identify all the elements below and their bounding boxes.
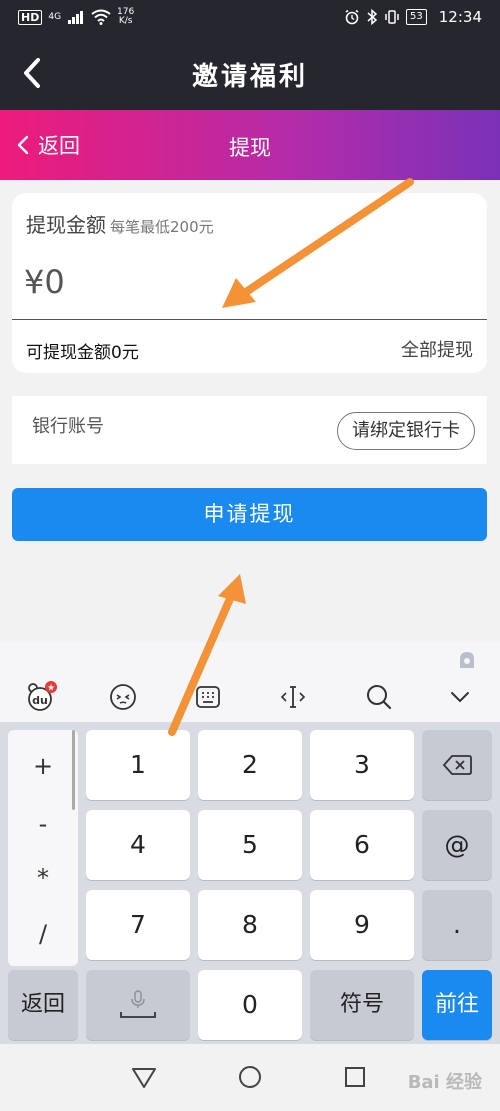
hd-badge: HD	[18, 9, 43, 25]
key-return[interactable]: 返回	[8, 970, 78, 1040]
side-key-minus[interactable]: -	[8, 810, 78, 838]
status-time: 12:34	[438, 8, 482, 26]
app-header: 邀请福利	[0, 36, 500, 110]
alarm-icon	[345, 9, 359, 25]
key-6[interactable]: 6	[310, 810, 414, 880]
backspace-icon	[442, 755, 472, 775]
speed-unit: K/s	[118, 16, 133, 26]
status-bar: HD 4G 176 K/s 53 12:34	[0, 0, 500, 36]
microphone-icon	[120, 990, 156, 1018]
side-key-multiply[interactable]: *	[8, 864, 78, 892]
withdraw-all-button[interactable]: 全部提现	[401, 336, 473, 362]
key-5[interactable]: 5	[198, 810, 302, 880]
bluetooth-icon	[367, 9, 378, 25]
key-4[interactable]: 4	[86, 810, 190, 880]
keyboard-logo-icon	[460, 652, 474, 668]
watermark: Bai 经验	[407, 1072, 482, 1093]
vibrate-icon	[385, 10, 399, 24]
page-title: 提现	[229, 136, 271, 160]
symbol-scrollbar[interactable]	[72, 730, 75, 810]
network-speed: 176 K/s	[117, 8, 134, 26]
key-7[interactable]: 7	[86, 890, 190, 960]
key-0[interactable]: 0	[198, 970, 302, 1040]
available-amount: 可提现金额0元	[26, 343, 139, 363]
battery-icon: 53	[406, 9, 427, 25]
app-title: 邀请福利	[191, 62, 308, 92]
status-right: 53 12:34	[344, 8, 482, 26]
signal-label: 4G	[48, 12, 62, 22]
bank-account-label: 银行账号	[32, 416, 104, 437]
bank-account-row: 银行账号 请绑定银行卡	[12, 396, 487, 464]
key-1[interactable]: 1	[86, 730, 190, 800]
symbol-column: + - * /	[8, 730, 78, 966]
nav-recent-icon[interactable]	[343, 1065, 367, 1089]
key-at[interactable]: @	[422, 810, 492, 880]
amount-hint: 每笔最低200元	[110, 218, 214, 236]
system-nav-bar: Bai 经验	[0, 1044, 500, 1111]
nav-home-icon[interactable]	[237, 1064, 263, 1090]
wifi-icon	[91, 9, 111, 25]
emoji-face-icon[interactable]	[106, 680, 140, 714]
signal-icon	[68, 11, 84, 24]
side-key-plus[interactable]: +	[8, 752, 78, 780]
key-dot[interactable]: .	[422, 890, 492, 960]
key-9[interactable]: 9	[310, 890, 414, 960]
sub-header: 返回 提现	[0, 110, 500, 180]
amount-input[interactable]: ¥0	[24, 263, 65, 301]
chevron-down-icon[interactable]	[443, 680, 477, 714]
backspace-key[interactable]	[422, 730, 492, 800]
key-symbols[interactable]: 符号	[310, 970, 414, 1040]
keyboard-toolbar: du ★	[0, 642, 500, 722]
keyboard-switch-icon[interactable]	[191, 680, 225, 714]
bind-bank-card-button[interactable]: 请绑定银行卡	[337, 412, 475, 450]
key-2[interactable]: 2	[198, 730, 302, 800]
voice-key[interactable]	[86, 970, 190, 1040]
key-8[interactable]: 8	[198, 890, 302, 960]
amount-label-text: 提现金额	[26, 213, 106, 237]
key-3[interactable]: 3	[310, 730, 414, 800]
svg-text:du: du	[32, 694, 48, 707]
go-key[interactable]: 前往	[422, 970, 492, 1040]
numeric-keyboard: + - * / 1 2 3 4 5 6 @ 7 8 9 . 返回 0 符号 前往	[0, 722, 500, 1044]
amount-label: 提现金额 每笔最低200元	[26, 209, 214, 238]
search-icon[interactable]	[362, 680, 396, 714]
status-left: HD 4G 176 K/s	[18, 8, 134, 26]
svg-text:★: ★	[47, 684, 55, 694]
apply-withdraw-button[interactable]: 申请提现	[12, 488, 487, 541]
cursor-move-icon[interactable]	[276, 680, 310, 714]
side-key-divide[interactable]: /	[8, 920, 78, 948]
nav-back-icon[interactable]	[130, 1066, 158, 1090]
du-emoji-icon[interactable]: du ★	[24, 680, 58, 714]
divider	[12, 319, 487, 320]
amount-card: 提现金额 每笔最低200元 ¥0 可提现金额0元 全部提现	[12, 193, 487, 373]
